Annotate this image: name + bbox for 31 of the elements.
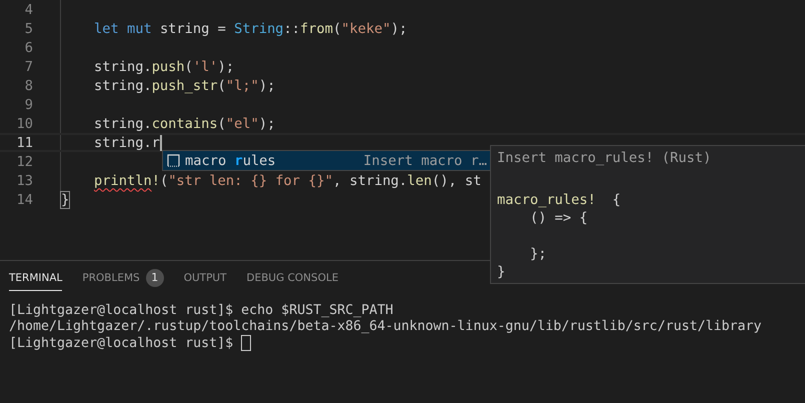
code-line: string.contains("el"); bbox=[94, 116, 276, 132]
line-number: 8 bbox=[24, 78, 33, 94]
code-line: string.push_str("l;"); bbox=[94, 78, 276, 94]
line-number: 7 bbox=[24, 58, 33, 74]
problems-count-badge: 1 bbox=[146, 268, 164, 286]
code-line: string.push('l'); bbox=[94, 58, 234, 74]
panel-tab[interactable]: OUTPUT bbox=[184, 266, 226, 290]
panel-tab[interactable]: DEBUG CONSOLE bbox=[246, 266, 338, 290]
doc-title: Insert macro_rules! (Rust) bbox=[497, 150, 712, 168]
terminal-line: [Lightgazer@localhost rust]$ bbox=[9, 336, 234, 351]
snippet-icon bbox=[167, 154, 180, 167]
terminal-line: /home/Lightgazer/.rustup/toolchains/beta-x86_64-unknown-linux-gnu/lib/rustlib/src/rust/library bbox=[9, 319, 762, 334]
terminal-line: [Lightgazer@localhost rust]$ echo $RUST_SRC_PATH bbox=[9, 302, 394, 318]
line-number: 12 bbox=[16, 154, 33, 170]
line-number: 10 bbox=[16, 116, 33, 132]
line-number: 14 bbox=[16, 192, 33, 208]
line-number: 4 bbox=[24, 2, 33, 18]
panel-tab[interactable]: TERMINAL bbox=[9, 266, 62, 290]
line-number: 6 bbox=[24, 40, 33, 56]
line-number: 11 bbox=[16, 134, 33, 150]
code-line: println!("str len: {} for {}", string.len(), st bbox=[94, 172, 482, 188]
line-number: 13 bbox=[16, 172, 33, 188]
terminal-cursor bbox=[241, 335, 252, 352]
doc-code-snippet: macro_rules! { () => { }; } bbox=[497, 191, 622, 281]
line-number: 9 bbox=[24, 96, 33, 112]
code-line: } bbox=[61, 192, 70, 208]
line-number: 5 bbox=[24, 20, 33, 36]
suggestion-item[interactable]: macro rules Insert macro r… bbox=[163, 151, 491, 170]
panel-tab[interactable]: PROBLEMS 1 bbox=[82, 262, 164, 294]
code-line: string.r bbox=[94, 134, 162, 150]
code-line: let mut string = String::from("keke"); bbox=[94, 20, 408, 36]
